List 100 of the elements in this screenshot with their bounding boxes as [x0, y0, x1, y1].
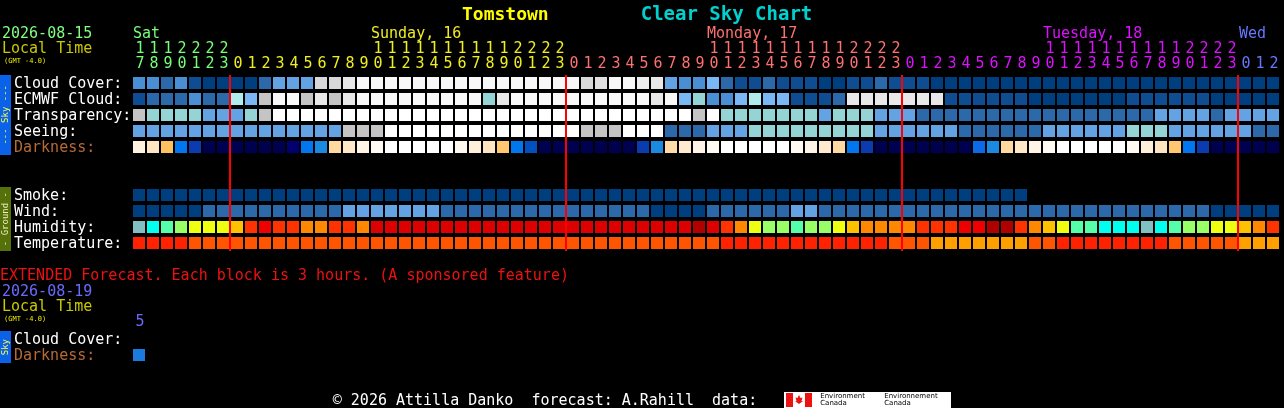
forecast-date: 2026-08-19 — [1, 284, 94, 299]
hour-tens-digit: 1 — [457, 41, 467, 56]
hour-tens-digit: 1 — [429, 41, 439, 56]
hour-digit: 8 — [1017, 56, 1027, 71]
hour-digit: 0 — [569, 56, 579, 71]
hour-digit: 8 — [485, 56, 495, 71]
hour-tens-digit: 1 — [1101, 41, 1111, 56]
hour-tens-digit: 1 — [709, 41, 719, 56]
hour-digit: 0 — [513, 56, 523, 71]
hour-tens-digit: 1 — [387, 41, 397, 56]
hour-tens-digit: 1 — [807, 41, 817, 56]
hour-tens-digit: 1 — [737, 41, 747, 56]
hour-digit: 2 — [1269, 56, 1279, 71]
hour-digit: 1 — [191, 56, 201, 71]
hour-digit: 5 — [303, 56, 313, 71]
hour-digit: 4 — [429, 56, 439, 71]
hour-digit: 5 — [443, 56, 453, 71]
hour-digit: 2 — [1213, 56, 1223, 71]
hour-digit: 3 — [611, 56, 621, 71]
hour-tens-digit: 1 — [373, 41, 383, 56]
hour-tens-digit: 1 — [1073, 41, 1083, 56]
hour-digit: 6 — [989, 56, 999, 71]
hour-tens-digit: 2 — [1227, 41, 1237, 56]
hour-digit: 3 — [415, 56, 425, 71]
hour-digit: 1 — [387, 56, 397, 71]
hour-digit: 5 — [1115, 56, 1125, 71]
hour-tens-digit: 1 — [499, 41, 509, 56]
hour-tens-digit: 2 — [1199, 41, 1209, 56]
hour-digit: 6 — [653, 56, 663, 71]
row-label: ECMWF Cloud: — [14, 91, 124, 107]
hour-digit: 6 — [793, 56, 803, 71]
hour-digit: 2 — [205, 56, 215, 71]
hour-digit: 2 — [597, 56, 607, 71]
hour-digit: 7 — [1003, 56, 1013, 71]
hour-tens-digit: 2 — [1213, 41, 1223, 56]
hour-tens-digit: 1 — [471, 41, 481, 56]
hour-digit: 2 — [541, 56, 551, 71]
hour-digit: 1 — [919, 56, 929, 71]
hour-digit: 3 — [947, 56, 957, 71]
hour-tens-digit: 1 — [793, 41, 803, 56]
row-label: Seeing: — [14, 123, 78, 139]
day-label: Monday, 17 — [707, 24, 798, 42]
hour-digit: 3 — [751, 56, 761, 71]
hour-tens-digit: 2 — [1185, 41, 1195, 56]
hour-digit: 7 — [135, 56, 145, 71]
hour-digit: 9 — [499, 56, 509, 71]
hour-digit: 1 — [1255, 56, 1265, 71]
hour-tens-digit: 2 — [219, 41, 229, 56]
hour-digit: 3 — [1087, 56, 1097, 71]
hour-digit: 1 — [583, 56, 593, 71]
hour-tens-digit: 1 — [1157, 41, 1167, 56]
hour-tens-digit: 2 — [863, 41, 873, 56]
row-label: Humidity: — [14, 219, 96, 235]
section-label: --- Sky --- — [0, 85, 11, 145]
hour-digit: 7 — [667, 56, 677, 71]
forecast-date: 2026-08-15 — [1, 26, 94, 41]
section-label: Sky — [0, 338, 11, 356]
hour-digit: 4 — [765, 56, 775, 71]
hour-digit: 0 — [1185, 56, 1195, 71]
hour-digit: 9 — [163, 56, 173, 71]
hour-digit: 8 — [821, 56, 831, 71]
hour-digit: 6 — [457, 56, 467, 71]
hour-digit: 1 — [863, 56, 873, 71]
hour-digit: 2 — [1073, 56, 1083, 71]
hour-digit: 0 — [373, 56, 383, 71]
hour-tens-digit: 1 — [1143, 41, 1153, 56]
hour-digit: 9 — [1031, 56, 1041, 71]
hour-digit: 9 — [359, 56, 369, 71]
hour-digit: 2 — [877, 56, 887, 71]
hour-tens-digit: 2 — [513, 41, 523, 56]
hour-tens-digit: 1 — [779, 41, 789, 56]
hour-digit: 2 — [933, 56, 943, 71]
hour-digit: 5 — [639, 56, 649, 71]
hour-tens-digit: 1 — [401, 41, 411, 56]
hour-digit: 1 — [1059, 56, 1069, 71]
hour-tens-digit: 1 — [443, 41, 453, 56]
hour-digit: 2 — [401, 56, 411, 71]
hour-tens-digit: 2 — [891, 41, 901, 56]
hour-tens-digit: 1 — [835, 41, 845, 56]
hour-tens-digit: 2 — [541, 41, 551, 56]
hour-digit: 5 — [779, 56, 789, 71]
hour-digit: 8 — [1157, 56, 1167, 71]
day-label: Wed — [1239, 24, 1267, 42]
day-label: Sunday, 16 — [371, 24, 462, 42]
hour-tens-digit: 1 — [723, 41, 733, 56]
hour-tens-digit: 2 — [191, 41, 201, 56]
hour-tens-digit: 1 — [163, 41, 173, 56]
hour-digit: 5 — [975, 56, 985, 71]
local-time-label: Local Time — [1, 299, 94, 314]
hour-tens-digit: 1 — [1087, 41, 1097, 56]
hour-tens-digit: 1 — [415, 41, 425, 56]
section-label: - Ground - — [0, 191, 11, 247]
extended-forecast-notice: EXTENDED Forecast. Each block is 3 hours. (A sponsored feature) — [0, 267, 570, 284]
hour-digit: 0 — [177, 56, 187, 71]
hour-digit: 7 — [1143, 56, 1153, 71]
hour-tens-digit: 2 — [877, 41, 887, 56]
row-label: Transparency: — [14, 107, 133, 123]
hour-digit: 0 — [709, 56, 719, 71]
hour-tens-digit: 1 — [135, 41, 145, 56]
row-label: Darkness: — [14, 347, 97, 363]
